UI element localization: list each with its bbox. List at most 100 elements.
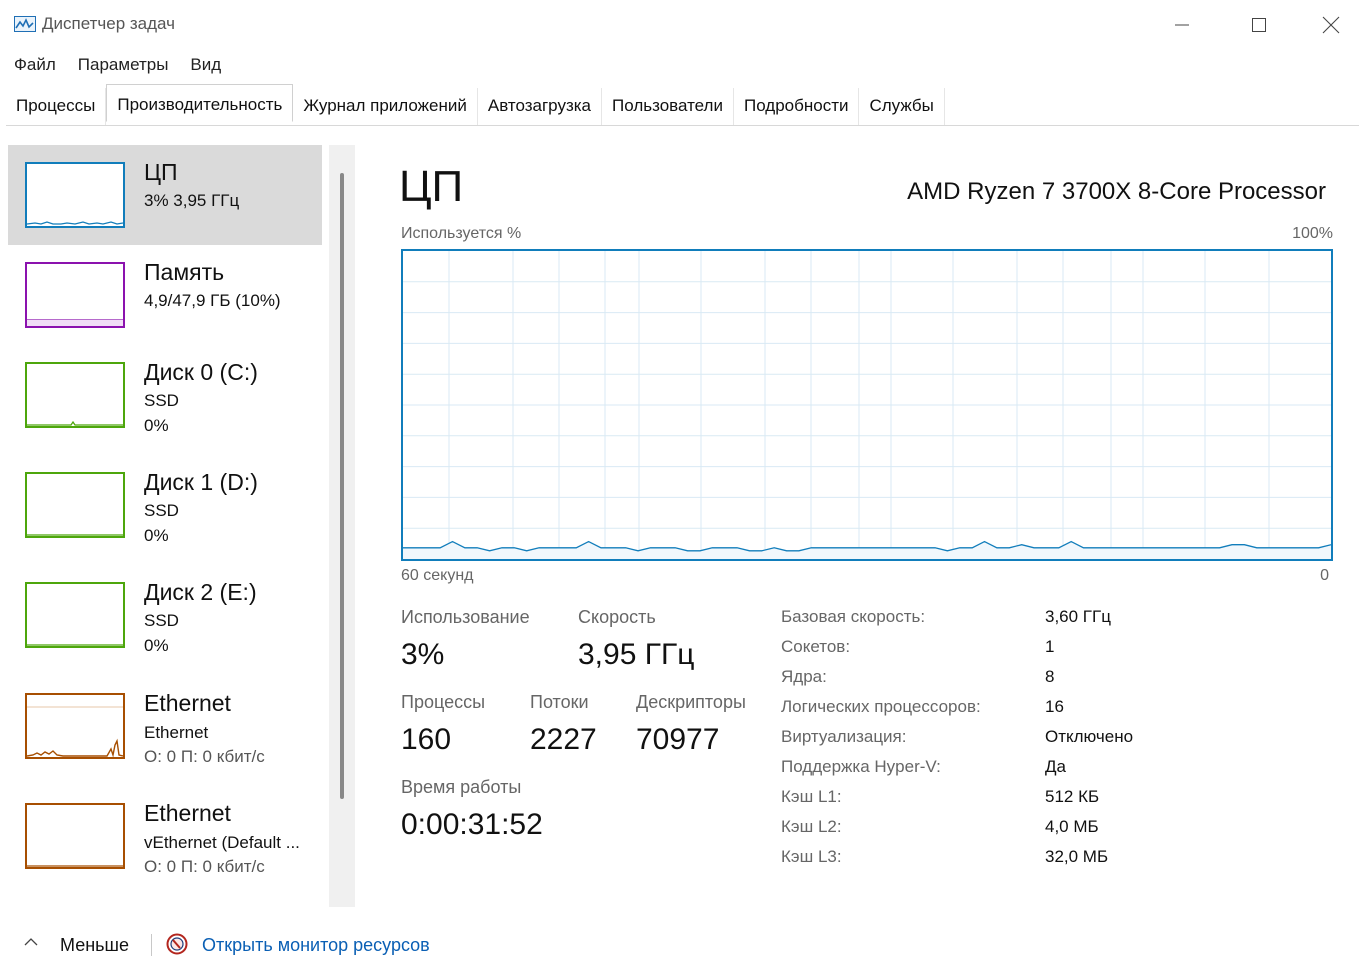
footer-bar: Меньше Открыть монитор ресурсов: [0, 928, 1359, 958]
resource-detail-2: О: 0 П: 0 кбит/с: [144, 747, 265, 766]
processes-value: 160: [401, 723, 452, 756]
window-title: Диспетчер задач: [42, 14, 175, 33]
logical-processors-label: Логических процессоров:: [781, 697, 981, 716]
maximize-icon: [1252, 18, 1266, 32]
maximize-button[interactable]: [1224, 0, 1294, 50]
resource-detail: 3% 3,95 ГГц: [144, 191, 240, 210]
graph-y-max-label: 100%: [1292, 225, 1333, 242]
resource-detail: 4,9/47,9 ГБ (10%): [144, 291, 281, 310]
cores-label: Ядра:: [781, 667, 827, 686]
menu-file[interactable]: Файл: [0, 52, 68, 82]
footer-divider: [151, 934, 152, 956]
resource-detail-2: 0%: [144, 526, 169, 545]
graph-y-label: Используется %: [401, 225, 522, 242]
resource-name: Диск 2 (E:): [144, 579, 257, 605]
graph-x-end-label: 0: [1320, 567, 1329, 584]
resource-item-vethernet[interactable]: Ethernet vEthernet (Default ... О: 0 П: …: [8, 785, 322, 885]
usage-value: 3%: [401, 638, 445, 671]
hyper-v-label: Поддержка Hyper-V:: [781, 757, 941, 776]
tab-services[interactable]: Службы: [859, 88, 945, 125]
resource-detail-2: 0%: [144, 416, 169, 435]
cpu-usage-chart: [403, 251, 1331, 559]
open-resource-monitor-link[interactable]: Открыть монитор ресурсов: [202, 935, 430, 956]
processor-name: AMD Ryzen 7 3700X 8-Core Processor: [907, 178, 1326, 205]
uptime-value: 0:00:31:52: [401, 808, 543, 841]
l3-cache-label: Кэш L3:: [781, 847, 842, 866]
handles-label: Дескрипторы: [636, 692, 746, 712]
l2-cache-value: 4,0 МБ: [1045, 817, 1099, 836]
l2-cache-label: Кэш L2:: [781, 817, 842, 836]
resource-item-disk-0[interactable]: Диск 0 (C:) SSD 0%: [8, 345, 322, 445]
resource-name: Ethernet: [144, 690, 231, 716]
resource-item-disk-1[interactable]: Диск 1 (D:) SSD 0%: [8, 455, 322, 555]
hyper-v-value: Да: [1045, 757, 1066, 776]
chevron-up-icon[interactable]: [24, 937, 38, 947]
sockets-value: 1: [1045, 637, 1055, 656]
page-title: ЦП: [399, 162, 464, 211]
disk-2-thumbnail-graph: [25, 582, 125, 648]
speed-label: Скорость: [578, 607, 656, 627]
base-speed-value: 3,60 ГГц: [1045, 607, 1111, 626]
resource-detail: SSD: [144, 501, 179, 520]
usage-label: Использование: [401, 607, 530, 627]
virtualization-value: Отключено: [1045, 727, 1134, 746]
resource-name: Диск 0 (C:): [144, 359, 258, 385]
cores-value: 8: [1045, 667, 1055, 686]
sockets-label: Сокетов:: [781, 637, 851, 656]
l1-cache-label: Кэш L1:: [781, 787, 842, 806]
resource-detail-2: 0%: [144, 636, 169, 655]
threads-value: 2227: [530, 723, 597, 756]
resource-name: Ethernet: [144, 800, 231, 826]
speed-value: 3,95 ГГц: [578, 638, 695, 671]
resource-monitor-icon[interactable]: [166, 933, 188, 955]
resource-item-memory[interactable]: Память 4,9/47,9 ГБ (10%): [8, 245, 322, 345]
resource-detail-2: О: 0 П: 0 кбит/с: [144, 857, 265, 876]
close-button[interactable]: [1296, 0, 1359, 50]
resource-name: Память: [144, 259, 225, 285]
graph-x-start-label: 60 секунд: [401, 567, 474, 584]
disk-1-thumbnail-graph: [25, 472, 125, 538]
resource-list-scrollbar[interactable]: [329, 145, 355, 907]
usage-area: [403, 541, 1331, 559]
tab-performance[interactable]: Производительность: [106, 84, 294, 122]
resource-detail: SSD: [144, 391, 179, 410]
task-manager-icon: [14, 16, 36, 32]
handles-value: 70977: [636, 723, 720, 756]
memory-thumbnail-graph: [25, 262, 125, 328]
resource-name: ЦП: [144, 159, 178, 185]
scrollbar-thumb[interactable]: [340, 173, 344, 799]
base-speed-label: Базовая скорость:: [781, 607, 926, 626]
minimize-button[interactable]: [1147, 0, 1217, 50]
processes-label: Процессы: [401, 692, 486, 712]
tab-startup[interactable]: Автозагрузка: [478, 88, 603, 125]
threads-label: Потоки: [530, 692, 589, 712]
disk-0-thumbnail-graph: [25, 362, 125, 428]
l3-cache-value: 32,0 МБ: [1045, 847, 1109, 866]
title-bar: Диспетчер задач: [0, 0, 1359, 50]
tab-users[interactable]: Пользователи: [602, 88, 734, 125]
cpu-usage-graph: [401, 249, 1333, 561]
cpu-thumbnail-graph: [25, 162, 125, 228]
menu-bar: Файл Параметры Вид: [0, 52, 233, 82]
resource-detail: SSD: [144, 611, 179, 630]
vethernet-thumbnail-graph: [25, 803, 125, 869]
resource-item-disk-2[interactable]: Диск 2 (E:) SSD 0%: [8, 565, 322, 665]
resource-list: ЦП 3% 3,95 ГГц Память 4,9/47,9 ГБ (10%) …: [8, 145, 324, 910]
menu-options[interactable]: Параметры: [68, 52, 181, 82]
minimize-icon: [1175, 24, 1189, 26]
fewer-details-button[interactable]: Меньше: [60, 935, 129, 956]
tab-processes[interactable]: Процессы: [6, 88, 107, 125]
uptime-label: Время работы: [401, 777, 522, 797]
resource-detail: Ethernet: [144, 723, 209, 742]
resource-detail: vEthernet (Default ...: [144, 833, 300, 852]
resource-item-cpu[interactable]: ЦП 3% 3,95 ГГц: [8, 145, 322, 245]
close-icon: [1322, 16, 1340, 34]
virtualization-label: Виртуализация:: [781, 727, 907, 746]
tab-bar: Процессы Производительность Журнал прило…: [6, 84, 1359, 126]
tab-details[interactable]: Подробности: [734, 88, 860, 125]
resource-item-ethernet[interactable]: Ethernet Ethernet О: 0 П: 0 кбит/с: [8, 675, 322, 775]
menu-view[interactable]: Вид: [180, 52, 233, 82]
logical-processors-value: 16: [1045, 697, 1064, 716]
ethernet-thumbnail-graph: [25, 693, 125, 759]
tab-app-history[interactable]: Журнал приложений: [293, 88, 478, 125]
